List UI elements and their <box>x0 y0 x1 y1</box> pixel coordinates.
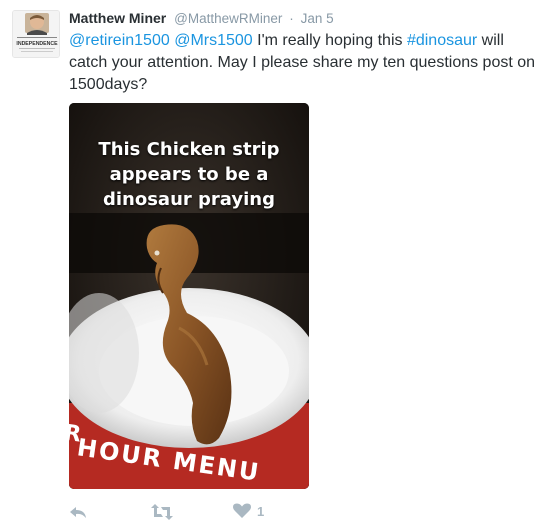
mention-link[interactable]: @retirein1500 <box>69 32 170 49</box>
retweet-icon <box>151 504 173 520</box>
tweet-media[interactable]: R HOUR MENU This Chicken strip appears t… <box>69 103 309 489</box>
tweet-text-segment: I'm really hoping this <box>252 32 407 49</box>
reply-icon <box>70 507 86 518</box>
caption-line: appears to be a <box>109 164 269 185</box>
hashtag-link[interactable]: #dinosaur <box>407 32 477 49</box>
tweet-header: Matthew Miner @MatthewRMiner · Jan 5 <box>69 10 334 26</box>
avatar-label: INDEPENDENCE <box>16 41 58 47</box>
avatar-image: INDEPENDENCE <box>13 11 59 57</box>
reply-button[interactable] <box>69 504 87 520</box>
author-handle[interactable]: @MatthewRMiner <box>174 11 282 26</box>
like-count: 1 <box>257 503 265 519</box>
heart-icon <box>233 503 251 518</box>
caption-line: dinosaur praying <box>102 189 275 210</box>
author-name[interactable]: Matthew Miner <box>69 10 166 26</box>
retweet-button[interactable] <box>151 503 173 521</box>
image-caption: This Chicken strip appears to be a dinos… <box>69 137 309 212</box>
mention-link[interactable]: @Mrs1500 <box>174 32 253 49</box>
tweet-date[interactable]: Jan 5 <box>301 11 334 26</box>
avatar[interactable]: INDEPENDENCE <box>12 10 60 58</box>
caption-line: This Chicken strip <box>98 139 280 160</box>
separator-dot: · <box>289 11 294 26</box>
like-button[interactable]: 1 <box>233 503 264 519</box>
tweet-text: @retirein1500 @Mrs1500 I'm really hoping… <box>69 30 539 96</box>
